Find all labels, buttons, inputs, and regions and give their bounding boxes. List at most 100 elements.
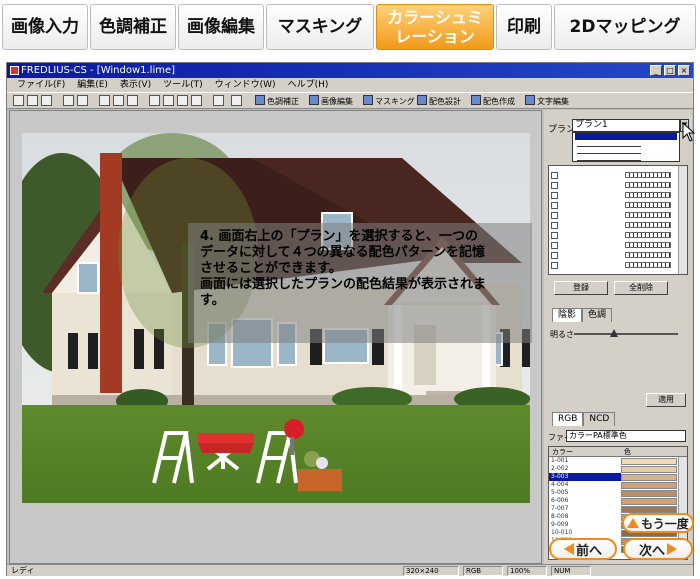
plan-option[interactable]: [577, 147, 641, 154]
print-icon[interactable]: [213, 95, 224, 106]
table-row[interactable]: 3-003: [549, 473, 687, 481]
checkbox[interactable]: [551, 201, 558, 209]
status-text: レディ: [11, 566, 35, 575]
palette-file-select[interactable]: カラーPA標準色: [566, 430, 686, 442]
list-item[interactable]: [549, 250, 687, 260]
list-item[interactable]: [549, 230, 687, 240]
apply-button[interactable]: 適用: [646, 393, 686, 407]
slider-label: 明るさ: [550, 330, 574, 339]
plan-option[interactable]: [577, 154, 641, 161]
tab-masking[interactable]: マスキング: [266, 4, 374, 50]
table-row[interactable]: 7-007: [549, 505, 687, 513]
color-name: 9-009: [551, 521, 569, 528]
checkbox[interactable]: [551, 251, 558, 259]
list-item[interactable]: [549, 180, 687, 190]
menu-help[interactable]: ヘルプ(H): [288, 78, 329, 92]
save-icon[interactable]: [41, 95, 52, 106]
plan-select[interactable]: プラン1: [572, 119, 680, 132]
plan-option[interactable]: [575, 133, 677, 140]
pattern-bar: [625, 262, 671, 268]
table-row[interactable]: 2-002: [549, 465, 687, 473]
checkbox[interactable]: [551, 191, 558, 199]
checkbox[interactable]: [551, 261, 558, 269]
next-button[interactable]: 次へ: [623, 538, 693, 560]
list-item[interactable]: [549, 210, 687, 220]
open-file-icon[interactable]: [27, 95, 38, 106]
tab-2d-mapping[interactable]: 2Dマッピング: [554, 4, 696, 50]
tab-ncd[interactable]: NCD: [583, 412, 616, 426]
replay-button[interactable]: もう一度: [622, 513, 694, 533]
slider-track[interactable]: [574, 333, 678, 335]
window-title: FREDLIUS-CS - [Window1.lime]: [21, 65, 176, 76]
brightness-slider-row: 明るさ: [550, 329, 684, 339]
layer-list[interactable]: [548, 165, 688, 275]
table-row[interactable]: 6-006: [549, 497, 687, 505]
table-row[interactable]: 4-004: [549, 481, 687, 489]
list-item[interactable]: [549, 240, 687, 250]
list-item[interactable]: [549, 260, 687, 270]
tab-label: 画像編集: [187, 17, 255, 37]
toolbar-text-edit[interactable]: 文字編集: [525, 95, 569, 108]
app-window: FREDLIUS-CS - [Window1.lime] _ □ × ファイル(…: [6, 62, 694, 576]
tab-tone[interactable]: 色調: [582, 308, 613, 322]
rectangle-select-icon[interactable]: [177, 95, 188, 106]
menu-tools[interactable]: ツール(T): [163, 78, 203, 92]
tab-image-edit[interactable]: 画像編集: [178, 4, 264, 50]
color-name: 7-007: [551, 505, 569, 512]
move-icon[interactable]: [113, 95, 124, 106]
prev-button[interactable]: 前へ: [549, 538, 617, 560]
tab-shade[interactable]: 陰影: [552, 308, 583, 322]
checkbox[interactable]: [551, 231, 558, 239]
help-icon[interactable]: [231, 95, 242, 106]
tab-print[interactable]: 印刷: [496, 4, 552, 50]
image-canvas[interactable]: 4. 画面右上の「プラン」を選択すると、一つの データに対して４つの異なる配色パ…: [9, 110, 542, 564]
slider-thumb[interactable]: [610, 329, 618, 337]
color-name: 6-006: [551, 497, 569, 504]
tab-color-simulation[interactable]: カラーシュミ レーション: [376, 4, 494, 50]
checkbox[interactable]: [551, 241, 558, 249]
checkbox[interactable]: [551, 181, 558, 189]
list-item[interactable]: [549, 170, 687, 180]
redo-icon[interactable]: [77, 95, 88, 106]
list-item[interactable]: [549, 220, 687, 230]
prev-label: 前へ: [575, 543, 602, 559]
table-row[interactable]: 5-005: [549, 489, 687, 497]
checkbox[interactable]: [551, 211, 558, 219]
plan-dropdown-list[interactable]: [572, 132, 680, 162]
toolbar-masking[interactable]: マスキング: [363, 95, 415, 108]
checkbox[interactable]: [551, 171, 558, 179]
maximize-button[interactable]: □: [664, 65, 676, 76]
list-item[interactable]: [549, 200, 687, 210]
menu-window[interactable]: ウィンドウ(W): [215, 78, 276, 92]
menu-file[interactable]: ファイル(F): [17, 78, 65, 92]
rotate-icon[interactable]: [127, 95, 138, 106]
table-row[interactable]: 1-001: [549, 457, 687, 465]
new-file-icon[interactable]: [13, 95, 24, 106]
eyedropper-icon[interactable]: [191, 95, 202, 106]
toolbar-color-correction[interactable]: 色調補正: [255, 95, 299, 108]
tab-image-input[interactable]: 画像入力: [2, 4, 88, 50]
tab-color-correction[interactable]: 色調補正: [90, 4, 176, 50]
color-swatch: [621, 489, 677, 497]
checkbox[interactable]: [551, 221, 558, 229]
minimize-button[interactable]: _: [650, 65, 662, 76]
menu-view[interactable]: 表示(V): [120, 78, 151, 92]
list-item[interactable]: [549, 190, 687, 200]
tab-rgb[interactable]: RGB: [552, 412, 584, 426]
pattern-bar: [625, 242, 671, 248]
crop-icon[interactable]: [99, 95, 110, 106]
close-button[interactable]: ×: [678, 65, 690, 76]
scrollbar[interactable]: [678, 166, 687, 274]
undo-icon[interactable]: [63, 95, 74, 106]
menu-edit[interactable]: 編集(E): [77, 78, 108, 92]
pattern-bar: [625, 222, 671, 228]
toolbar-image-edit[interactable]: 画像編集: [309, 95, 353, 108]
delete-all-button[interactable]: 全削除: [614, 281, 668, 295]
toolbar-color-create[interactable]: 配色作成: [471, 95, 515, 108]
plan-option[interactable]: [577, 140, 641, 147]
color-name: 2-002: [551, 465, 569, 472]
toolbar-color-design[interactable]: 配色設計: [417, 95, 461, 108]
zoom-icon[interactable]: [163, 95, 174, 106]
pointer-icon[interactable]: [149, 95, 160, 106]
register-button[interactable]: 登録: [554, 281, 608, 295]
